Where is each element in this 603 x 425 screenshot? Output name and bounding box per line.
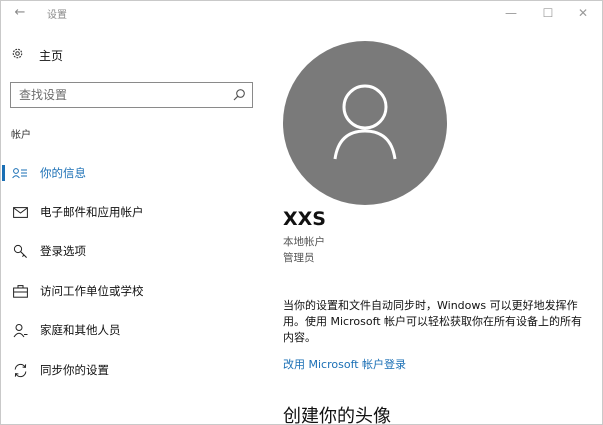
settings-window: ← 设置 — ☐ ✕ 主页 帐户 你的信息 <box>0 0 603 425</box>
close-button[interactable]: ✕ <box>569 3 597 23</box>
username: XXS <box>283 208 326 230</box>
maximize-button[interactable]: ☐ <box>534 3 562 23</box>
account-type: 本地帐户 <box>283 236 325 248</box>
search-input[interactable] <box>11 83 221 107</box>
sidebar-item-label: 电子邮件和应用帐户 <box>40 205 144 219</box>
sidebar-item-label: 访问工作单位或学校 <box>40 284 144 298</box>
sidebar-item-sync[interactable]: 同步你的设置 <box>1 358 263 382</box>
back-arrow-icon[interactable]: ← <box>11 4 29 22</box>
sidebar-item-family[interactable]: 家庭和其他人员 <box>1 318 263 342</box>
sidebar-item-work-school[interactable]: 访问工作单位或学校 <box>1 279 263 303</box>
home-label: 主页 <box>39 48 64 63</box>
home-nav-item[interactable]: 主页 <box>11 45 63 65</box>
person-icon <box>333 84 397 160</box>
sidebar-item-label: 同步你的设置 <box>40 363 109 377</box>
mail-icon <box>12 204 28 220</box>
create-avatar-heading: 创建你的头像 <box>283 406 391 425</box>
sidebar-item-your-info[interactable]: 你的信息 <box>1 161 263 185</box>
key-icon <box>12 243 28 259</box>
switch-to-microsoft-account-link[interactable]: 改用 Microsoft 帐户登录 <box>283 356 406 372</box>
person-card-icon <box>12 165 28 181</box>
minimize-button[interactable]: — <box>497 3 525 23</box>
sidebar-item-sign-in-options[interactable]: 登录选项 <box>1 239 263 263</box>
sidebar: 主页 帐户 你的信息 电子邮件和应用帐户 登录选项 <box>1 25 263 424</box>
section-label: 帐户 <box>11 130 31 141</box>
sidebar-item-label: 登录选项 <box>40 244 86 258</box>
search-icon[interactable] <box>232 87 246 101</box>
main-content: XXS 本地帐户 管理员 当你的设置和文件自动同步时，Windows 可以更好地… <box>263 25 602 425</box>
sidebar-item-email-accounts[interactable]: 电子邮件和应用帐户 <box>1 200 263 224</box>
briefcase-icon <box>12 283 28 299</box>
search-box[interactable] <box>10 82 253 108</box>
gear-icon <box>11 47 29 64</box>
window-title: 设置 <box>47 10 67 21</box>
avatar[interactable] <box>283 41 447 205</box>
title-bar: ← 设置 — ☐ ✕ <box>1 1 602 25</box>
sync-icon <box>12 362 28 378</box>
sync-description: 当你的设置和文件自动同步时，Windows 可以更好地发挥作用。使用 Micro… <box>283 299 583 344</box>
sidebar-item-label: 你的信息 <box>40 166 86 180</box>
sidebar-item-label: 家庭和其他人员 <box>40 323 121 337</box>
person-add-icon <box>12 322 28 338</box>
account-role: 管理员 <box>283 252 315 264</box>
